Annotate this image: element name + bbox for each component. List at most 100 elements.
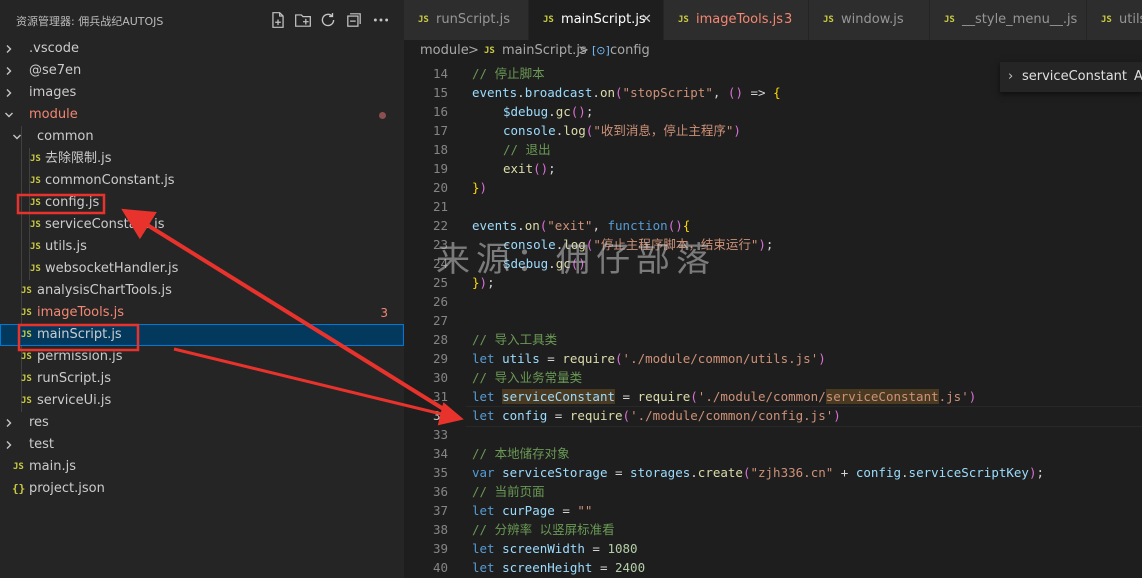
chevron-right-icon[interactable] bbox=[4, 60, 16, 82]
tree-folder[interactable]: @se7en bbox=[0, 60, 404, 82]
chevron-right-icon[interactable] bbox=[4, 434, 16, 456]
line-number: 16 bbox=[432, 104, 448, 119]
code-line: // 当前页面 bbox=[472, 484, 545, 499]
line-number: 15 bbox=[432, 85, 448, 100]
tree-item-label: 去除限制.js bbox=[45, 151, 112, 166]
tree-item-label: imageTools.js bbox=[37, 305, 125, 320]
line-number: 33 bbox=[432, 427, 448, 442]
tree-item-label: @se7en bbox=[29, 63, 82, 78]
tree-file[interactable]: JS 去除限制.js bbox=[0, 148, 404, 170]
tab-utils[interactable]: JS utils bbox=[1087, 0, 1142, 40]
tree-file[interactable]: JS websocketHandler.js bbox=[0, 258, 404, 280]
tab-label: mainScript.js bbox=[561, 12, 646, 27]
tree-file[interactable]: JS runScript.js bbox=[0, 368, 404, 390]
breadcrumb-symbol[interactable]: config bbox=[610, 40, 650, 62]
modified-dot-icon bbox=[379, 112, 386, 119]
tab-style-menu[interactable]: JS __style_menu__.js bbox=[930, 0, 1087, 40]
code-line: console.log("收到消息，停止主程序") bbox=[503, 123, 741, 138]
tree-item-label: websocketHandler.js bbox=[45, 261, 179, 276]
tab-label: runScript.js bbox=[436, 12, 511, 27]
line-number: 32 bbox=[432, 408, 448, 423]
tree-file[interactable]: JS analysisChartTools.js bbox=[0, 280, 404, 302]
code-line: exit(); bbox=[503, 161, 556, 176]
js-file-icon: JS bbox=[678, 15, 689, 25]
json-file-icon: {} bbox=[12, 482, 26, 495]
tree-file[interactable]: JS main.js bbox=[0, 456, 404, 478]
collapse-all-icon[interactable] bbox=[345, 11, 363, 29]
tab-bar: JS runScript.js JS mainScript.js ✕ JS im… bbox=[404, 0, 1142, 40]
js-file-icon: JS bbox=[30, 176, 41, 186]
problem-count-badge: 3 bbox=[380, 306, 388, 320]
code-line: events.broadcast.on("stopScript", () => … bbox=[472, 85, 781, 100]
chevron-down-icon[interactable] bbox=[4, 104, 16, 126]
tree-item-label: images bbox=[29, 85, 77, 100]
code-line: let serviceConstant = require('./module/… bbox=[472, 389, 977, 404]
tree-item-label: res bbox=[29, 415, 49, 430]
tree-item-label: analysisChartTools.js bbox=[37, 283, 172, 298]
code-line: // 导入工具类 bbox=[472, 332, 558, 347]
code-line: let screenWidth = 1080 bbox=[472, 541, 638, 556]
explorer-header: 资源管理器: 佣兵战纪AUTOJS bbox=[0, 0, 404, 40]
tree-file[interactable]: JS serviceUi.js bbox=[0, 390, 404, 412]
line-number: 38 bbox=[432, 522, 448, 537]
line-number: 30 bbox=[432, 370, 448, 385]
tree-file[interactable]: {} project.json bbox=[0, 478, 404, 500]
tab-imagetools[interactable]: JS imageTools.js 3 bbox=[664, 0, 809, 40]
code-line: var serviceStorage = storages.create("zj… bbox=[472, 465, 1045, 480]
code-line: // 停止脚本 bbox=[472, 66, 545, 81]
tree-file[interactable]: JS commonConstant.js bbox=[0, 170, 404, 192]
code-line: let curPage = "" bbox=[472, 503, 593, 518]
line-number: 20 bbox=[432, 180, 448, 195]
chevron-right-icon[interactable] bbox=[4, 82, 16, 104]
refresh-icon[interactable] bbox=[319, 11, 337, 29]
js-file-icon: JS bbox=[21, 352, 32, 362]
tree-folder[interactable]: test bbox=[0, 434, 404, 456]
chevron-down-icon[interactable] bbox=[12, 126, 24, 148]
line-number: 36 bbox=[432, 484, 448, 499]
tree-folder[interactable]: common bbox=[0, 126, 404, 148]
tree-folder[interactable]: module bbox=[0, 104, 404, 126]
code-line: let utils = require('./module/common/uti… bbox=[472, 351, 826, 366]
tree-file[interactable]: JS imageTools.js 3 bbox=[0, 302, 404, 324]
breadcrumb-file[interactable]: mainScript.js bbox=[502, 40, 587, 62]
tree-folder[interactable]: res bbox=[0, 412, 404, 434]
more-actions-icon[interactable] bbox=[372, 11, 390, 29]
line-number: 17 bbox=[432, 123, 448, 138]
tree-folder[interactable]: .vscode bbox=[0, 38, 404, 60]
line-number: 18 bbox=[432, 142, 448, 157]
js-file-icon: JS bbox=[21, 308, 32, 318]
code-line: // 退出 bbox=[503, 142, 551, 157]
chevron-right-icon[interactable] bbox=[4, 38, 16, 60]
line-number: 26 bbox=[432, 294, 448, 309]
code-line: let config = require('./module/common/co… bbox=[472, 408, 841, 423]
line-number: 39 bbox=[432, 541, 448, 556]
js-file-icon: JS bbox=[484, 46, 495, 56]
line-number: 40 bbox=[432, 560, 448, 575]
tab-mainscript[interactable]: JS mainScript.js ✕ bbox=[529, 0, 664, 40]
close-icon[interactable]: ✕ bbox=[641, 0, 652, 40]
new-folder-icon[interactable] bbox=[294, 11, 312, 29]
tab-window[interactable]: JS window.js bbox=[809, 0, 930, 40]
variable-icon: [⊙] bbox=[592, 44, 610, 57]
tree-item-label: runScript.js bbox=[37, 371, 112, 386]
line-number: 29 bbox=[432, 351, 448, 366]
js-file-icon: JS bbox=[418, 15, 429, 25]
tree-file[interactable]: JS mainScript.js bbox=[0, 324, 404, 346]
tab-runscript[interactable]: JS runScript.js bbox=[404, 0, 529, 40]
code-line: let screenHeight = 2400 bbox=[472, 560, 646, 575]
tree-file[interactable]: JS permission.js bbox=[0, 346, 404, 368]
js-file-icon: JS bbox=[1101, 15, 1112, 25]
tree-file[interactable]: JS utils.js bbox=[0, 236, 404, 258]
line-number: 21 bbox=[432, 199, 448, 214]
tree-folder[interactable]: images bbox=[0, 82, 404, 104]
peek-widget[interactable]: › serviceConstant A bbox=[1000, 62, 1142, 92]
tree-item-label: config.js bbox=[45, 195, 100, 210]
new-file-icon[interactable] bbox=[269, 11, 287, 29]
chevron-right-icon[interactable] bbox=[4, 412, 16, 434]
tree-file[interactable]: JS config.js bbox=[0, 192, 404, 214]
code-line: }) bbox=[472, 180, 488, 195]
chevron-right-icon[interactable]: › bbox=[1008, 62, 1013, 92]
breadcrumb-module[interactable]: module bbox=[420, 40, 469, 62]
tree-file[interactable]: JS serviceConstant.js bbox=[0, 214, 404, 236]
peek-widget-label: serviceConstant bbox=[1022, 69, 1128, 84]
